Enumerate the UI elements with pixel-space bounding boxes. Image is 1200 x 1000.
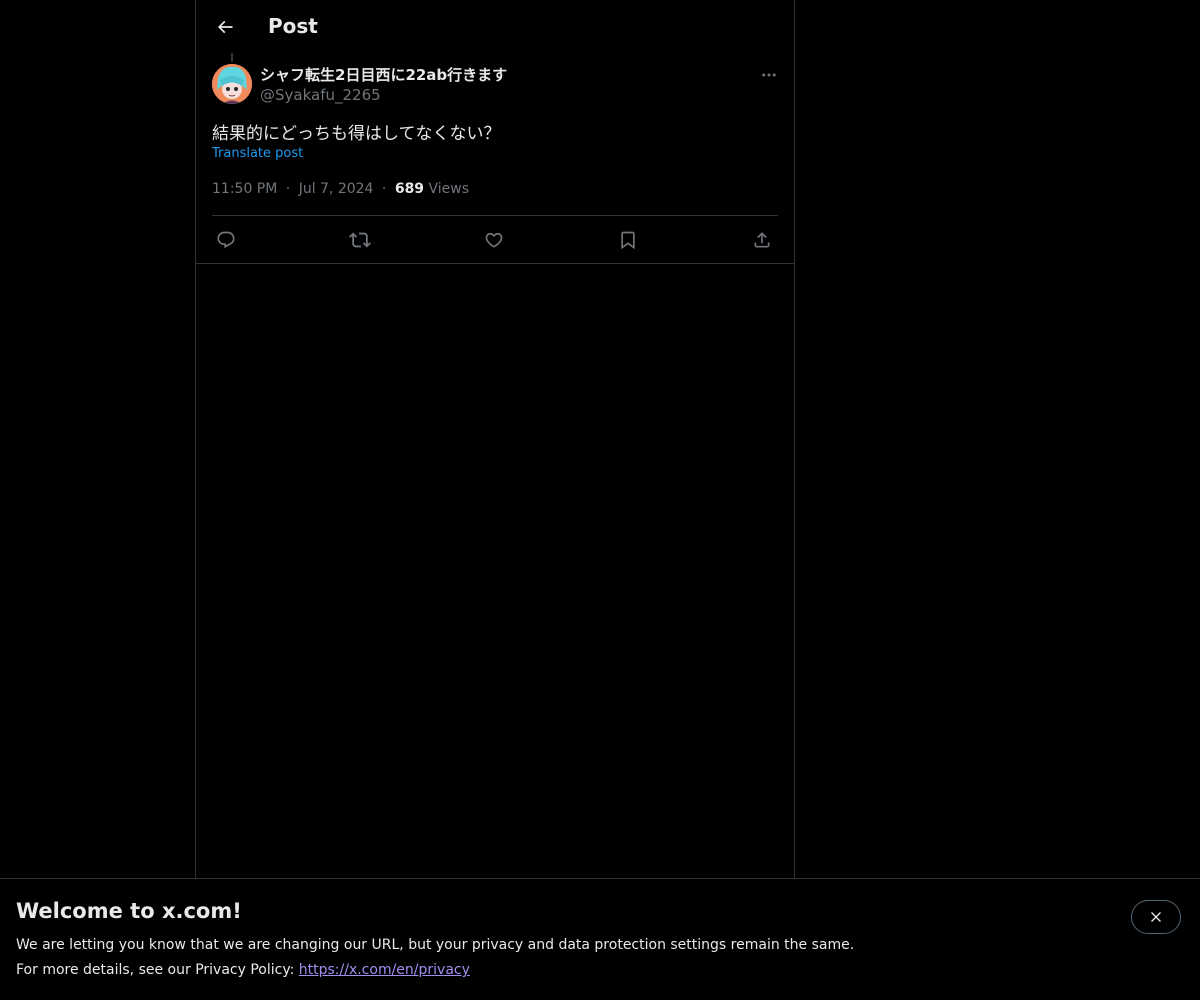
- main-column: Post シャフ転生2日目西に22ab行きます @Syakafu_2265 結果…: [195, 0, 795, 878]
- user-handle[interactable]: @Syakafu_2265: [260, 86, 381, 104]
- divider: [196, 263, 794, 264]
- like-button[interactable]: [480, 226, 508, 254]
- avatar[interactable]: [212, 64, 252, 104]
- privacy-policy-link[interactable]: https://x.com/en/privacy: [299, 962, 470, 978]
- meta-separator: ·: [285, 181, 291, 197]
- avatar-image: [212, 64, 252, 104]
- more-horizontal-icon: [762, 73, 776, 77]
- page-title: Post: [268, 14, 318, 38]
- post-text: 結果的にどっちも得はしてなくない？: [212, 124, 501, 144]
- repost-icon: [349, 232, 371, 248]
- repost-button[interactable]: [346, 226, 374, 254]
- more-options-button[interactable]: [754, 64, 784, 86]
- post-time[interactable]: 11:50 PM: [212, 181, 277, 197]
- banner-title: Welcome to x.com!: [16, 899, 242, 923]
- arrow-left-icon: [217, 20, 233, 34]
- divider: [212, 215, 778, 216]
- action-bar: [212, 226, 778, 254]
- like-icon: [485, 232, 503, 248]
- welcome-banner: Welcome to x.com! We are letting you kno…: [0, 878, 1200, 1000]
- reply-icon: [217, 231, 235, 249]
- back-button[interactable]: [208, 10, 242, 44]
- post-date[interactable]: Jul 7, 2024: [299, 181, 374, 197]
- banner-message: We are letting you know that we are chan…: [16, 937, 855, 953]
- post-header: Post: [196, 0, 794, 53]
- close-banner-button[interactable]: [1131, 900, 1181, 934]
- post-meta: 11:50 PM · Jul 7, 2024 · 689 Views: [212, 181, 469, 197]
- translate-post-link[interactable]: Translate post: [212, 146, 303, 161]
- banner-privacy-prefix: For more details, see our Privacy Policy…: [16, 962, 299, 978]
- bookmark-button[interactable]: [614, 226, 642, 254]
- display-name[interactable]: シャフ転生2日目西に22ab行きます: [260, 64, 507, 85]
- thread-connector-line: [231, 53, 233, 62]
- close-icon: [1151, 912, 1161, 922]
- share-icon: [754, 232, 770, 248]
- views-label: Views: [428, 181, 470, 197]
- meta-separator: ·: [381, 181, 387, 197]
- share-button[interactable]: [748, 226, 776, 254]
- reply-button[interactable]: [212, 226, 240, 254]
- views-count: 689: [394, 181, 425, 197]
- bookmark-icon: [621, 231, 635, 250]
- banner-privacy-line: For more details, see our Privacy Policy…: [16, 962, 470, 978]
